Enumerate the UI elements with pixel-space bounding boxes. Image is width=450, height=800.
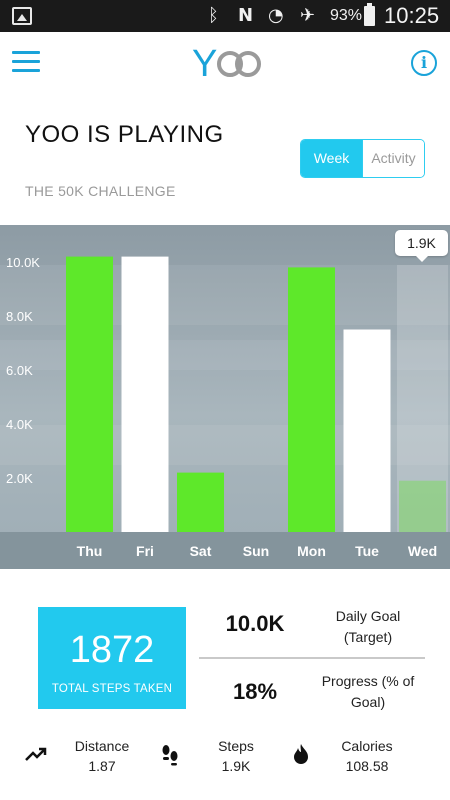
status-bar: ᛒ N ◔ ✈ 93% 10:25	[0, 0, 450, 32]
y-tick-label: 6.0K	[6, 363, 33, 378]
bar-tue	[343, 329, 391, 532]
airplane-icon: ✈	[300, 5, 316, 26]
bar-fri	[121, 256, 169, 532]
wifi-icon: ◔	[268, 5, 284, 26]
page-subtitle: THE 50K CHALLENGE	[25, 183, 176, 199]
total-steps-value: 1872	[69, 629, 155, 671]
battery-icon	[364, 3, 375, 26]
bar-wed	[399, 480, 446, 532]
trend-up-icon	[25, 747, 47, 761]
image-icon	[12, 7, 32, 25]
x-tick-label: Wed	[408, 543, 437, 559]
bar-sat	[177, 472, 224, 532]
menu-icon[interactable]	[12, 51, 40, 73]
app-bar: Y i	[0, 32, 450, 96]
nfc-icon: N	[238, 5, 254, 26]
steps-chart: 2.0K 4.0K 6.0K 8.0K 10.0K Thu Fri Sat Sun Mon Tue W…	[0, 225, 450, 569]
total-steps-card: 1872 TOTAL STEPS TAKEN	[38, 607, 186, 709]
y-tick-label: 2.0K	[6, 471, 33, 486]
logo-letter-y: Y	[192, 43, 217, 82]
y-tick-label: 10.0K	[6, 255, 40, 270]
toggle-activity[interactable]: Activity	[362, 140, 424, 177]
steps-value: 1.9K	[221, 758, 251, 774]
daily-goal-label: Daily Goal (Target)	[335, 608, 401, 645]
calories-value: 108.58	[345, 758, 389, 774]
bar-mon	[288, 267, 335, 532]
x-axis-band	[0, 532, 450, 569]
steps-label: Steps	[218, 738, 254, 754]
yoo-logo: Y	[192, 43, 261, 82]
x-tick-label: Tue	[355, 543, 379, 559]
daily-goal-value: 10.0K	[225, 611, 285, 636]
x-tick-label: Sun	[243, 543, 269, 559]
toggle-week[interactable]: Week	[301, 140, 362, 177]
y-tick-label: 8.0K	[6, 309, 33, 324]
footsteps-icon	[162, 745, 178, 766]
steps-stat: Steps 1.9K	[191, 736, 281, 776]
info-icon[interactable]: i	[411, 50, 437, 76]
page-title: YOO IS PLAYING	[25, 121, 224, 148]
view-toggle: Week Activity	[300, 139, 425, 178]
flame-icon	[294, 744, 308, 764]
battery-percent: 93%	[330, 7, 363, 24]
chart-svg: 2.0K 4.0K 6.0K 8.0K 10.0K Thu Fri Sat Sun Mon Tue W…	[0, 255, 450, 569]
stats-divider	[199, 657, 425, 659]
x-tick-label: Mon	[297, 543, 326, 559]
bluetooth-icon: ᛒ	[208, 5, 219, 26]
progress-value: 18%	[232, 679, 278, 704]
x-tick-label: Thu	[77, 543, 103, 559]
clock: 10:25	[384, 3, 440, 28]
progress-label: Progress (% of Goal)	[321, 673, 415, 710]
distance-stat: Distance 1.87	[57, 736, 147, 776]
chart-tooltip: 1.9K	[395, 230, 448, 262]
distance-value: 1.87	[88, 758, 116, 774]
calories-label: Calories	[341, 738, 393, 754]
x-tick-label: Sat	[190, 543, 212, 559]
distance-label: Distance	[74, 738, 130, 754]
bar-thu	[66, 256, 113, 532]
total-steps-label: TOTAL STEPS TAKEN	[51, 683, 173, 695]
calories-stat: Calories 108.58	[322, 736, 412, 776]
y-tick-label: 4.0K	[6, 417, 33, 432]
x-tick-label: Fri	[136, 543, 154, 559]
